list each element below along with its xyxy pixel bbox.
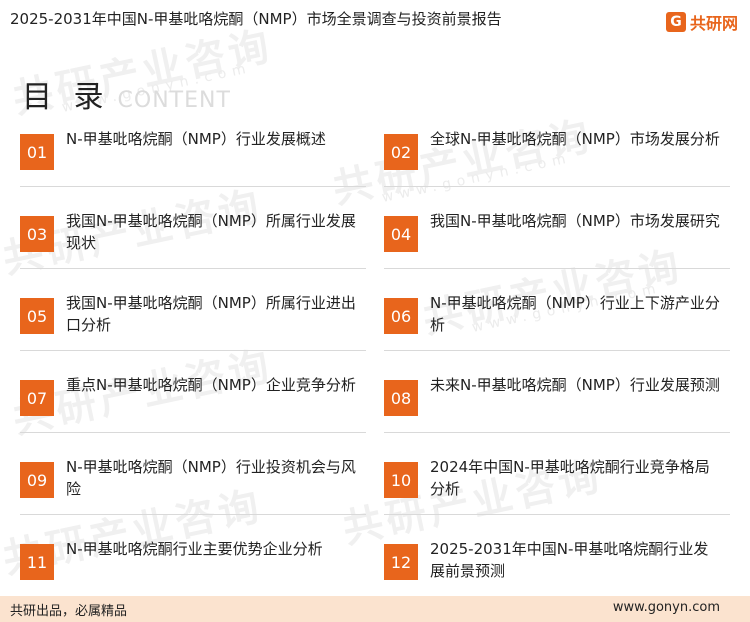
toc-item[interactable]: 10 2024年中国N-甲基吡咯烷酮行业竞争格局分析	[384, 456, 730, 520]
divider	[384, 350, 730, 351]
page-footer: 共研出品，必属精品 www.gonyn.com	[0, 596, 750, 622]
toc-item-label: 全球N-甲基吡咯烷酮（NMP）市场发展分析	[430, 130, 720, 148]
toc-item[interactable]: 05 我国N-甲基吡咯烷酮（NMP）所属行业进出口分析	[20, 292, 366, 356]
toc-item-label: 重点N-甲基吡咯烷酮（NMP）企业竞争分析	[66, 376, 356, 394]
divider	[384, 432, 730, 433]
divider	[20, 268, 366, 269]
toc-item-number: 07	[20, 380, 54, 416]
footer-website[interactable]: www.gonyn.com	[613, 600, 720, 615]
divider	[20, 514, 366, 515]
toc-item-label: 我国N-甲基吡咯烷酮（NMP）所属行业发展现状	[66, 212, 356, 252]
toc-item[interactable]: 06 N-甲基吡咯烷酮（NMP）行业上下游产业分析	[384, 292, 730, 356]
toc-item[interactable]: 09 N-甲基吡咯烷酮（NMP）行业投资机会与风险	[20, 456, 366, 520]
toc-item-label: 我国N-甲基吡咯烷酮（NMP）所属行业进出口分析	[66, 294, 356, 334]
gonyn-logo-icon: G	[665, 12, 686, 32]
toc-item-label: N-甲基吡咯烷酮行业主要优势企业分析	[66, 540, 323, 558]
toc-item-label: 2025-2031年中国N-甲基吡咯烷酮行业发展前景预测	[430, 540, 709, 580]
toc-item-label: 我国N-甲基吡咯烷酮（NMP）市场发展研究	[430, 212, 720, 230]
toc-item-number: 08	[384, 380, 418, 416]
toc-item-number: 10	[384, 462, 418, 498]
brand: G 共研网	[665, 10, 738, 34]
toc-item-label: N-甲基吡咯烷酮（NMP）行业投资机会与风险	[66, 458, 356, 498]
brand-name: 共研网	[689, 14, 738, 33]
toc-heading: 目 录 CONTENT	[22, 72, 231, 116]
toc-item-label: 未来N-甲基吡咯烷酮（NMP）行业发展预测	[430, 376, 720, 394]
divider	[20, 350, 366, 351]
toc-item-number: 02	[384, 134, 418, 170]
toc-item-number: 11	[20, 544, 54, 580]
toc-item[interactable]: 07 重点N-甲基吡咯烷酮（NMP）企业竞争分析	[20, 374, 366, 438]
toc-item-number: 01	[20, 134, 54, 170]
toc-subtitle: CONTENT	[117, 88, 231, 113]
divider	[20, 432, 366, 433]
divider	[384, 186, 730, 187]
document-title: 2025-2031年中国N-甲基吡咯烷酮（NMP）市场全景调查与投资前景报告	[10, 10, 502, 28]
toc-item-number: 09	[20, 462, 54, 498]
toc-item-label: N-甲基吡咯烷酮（NMP）行业上下游产业分析	[430, 294, 720, 334]
divider	[384, 514, 730, 515]
toc-item-number: 05	[20, 298, 54, 334]
toc-item-label: 2024年中国N-甲基吡咯烷酮行业竞争格局分析	[430, 458, 710, 498]
divider	[384, 268, 730, 269]
footer-slogan: 共研出品，必属精品	[10, 604, 128, 619]
toc-item[interactable]: 12 2025-2031年中国N-甲基吡咯烷酮行业发展前景预测	[384, 538, 730, 602]
toc-item[interactable]: 11 N-甲基吡咯烷酮行业主要优势企业分析	[20, 538, 366, 602]
toc-item[interactable]: 04 我国N-甲基吡咯烷酮（NMP）市场发展研究	[384, 210, 730, 274]
divider	[20, 186, 366, 187]
toc-item-label: N-甲基吡咯烷酮（NMP）行业发展概述	[66, 130, 326, 148]
toc-item-number: 04	[384, 216, 418, 252]
toc-item[interactable]: 01 N-甲基吡咯烷酮（NMP）行业发展概述	[20, 128, 366, 192]
toc-item[interactable]: 02 全球N-甲基吡咯烷酮（NMP）市场发展分析	[384, 128, 730, 192]
toc-item-number: 03	[20, 216, 54, 252]
toc-title: 目 录	[22, 80, 110, 115]
toc-item[interactable]: 03 我国N-甲基吡咯烷酮（NMP）所属行业发展现状	[20, 210, 366, 274]
toc-item[interactable]: 08 未来N-甲基吡咯烷酮（NMP）行业发展预测	[384, 374, 730, 438]
page-header: 2025-2031年中国N-甲基吡咯烷酮（NMP）市场全景调查与投资前景报告 G…	[0, 0, 750, 52]
toc-item-number: 12	[384, 544, 418, 580]
toc-item-number: 06	[384, 298, 418, 334]
